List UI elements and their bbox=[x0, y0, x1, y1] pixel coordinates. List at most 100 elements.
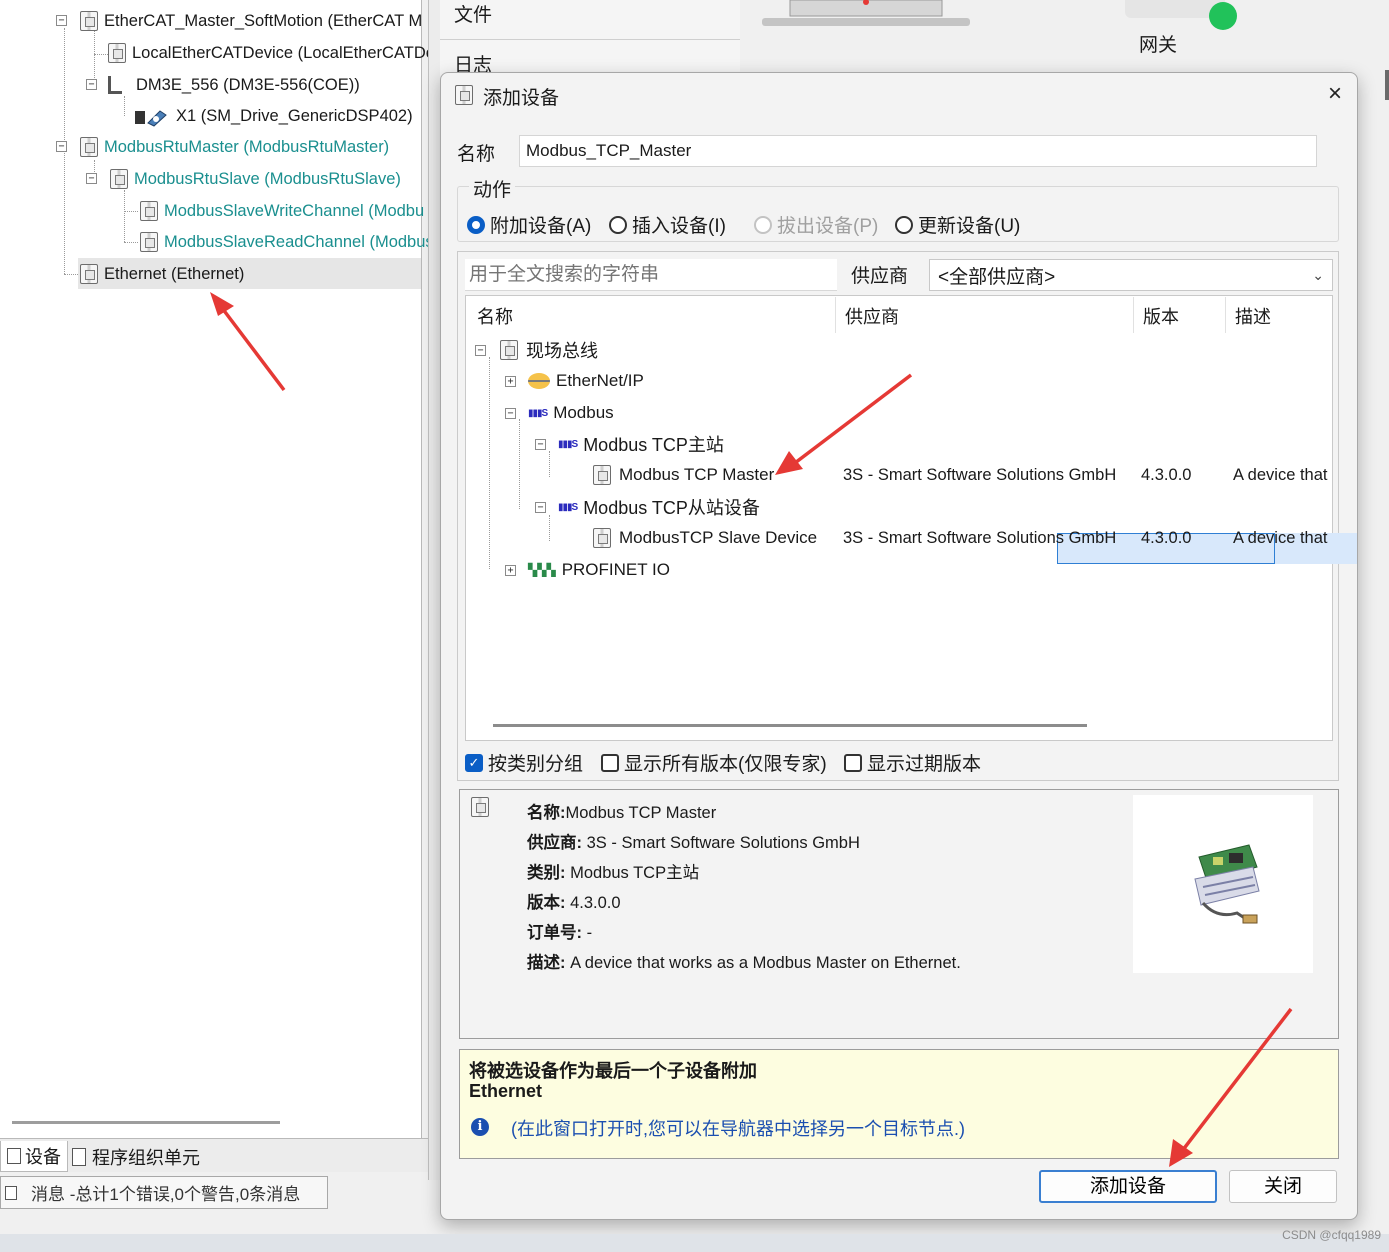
column-header-version[interactable]: 版本 bbox=[1143, 303, 1179, 329]
name-label: 名称 bbox=[457, 144, 496, 165]
checkbox-icon bbox=[844, 753, 862, 772]
tree-item-local-ethercat-device[interactable]: LocalEtherCATDevice (LocalEtherCATDe bbox=[108, 38, 435, 68]
column-header-name[interactable]: 名称 bbox=[477, 303, 513, 329]
tab-devices[interactable]: 设备 bbox=[0, 1141, 68, 1172]
tree-line bbox=[94, 54, 108, 55]
vendor-select[interactable]: <全部供应商> ⌄ bbox=[929, 259, 1333, 291]
collapse-icon[interactable]: − bbox=[86, 79, 97, 90]
device-icon bbox=[80, 11, 98, 31]
action-label: 动作 bbox=[469, 175, 516, 202]
radio-icon bbox=[754, 215, 772, 234]
tree-line bbox=[124, 190, 125, 242]
file-section[interactable]: 文件 bbox=[440, 0, 740, 40]
close-button[interactable]: 关闭 bbox=[1229, 1170, 1337, 1203]
expand-icon[interactable]: + bbox=[505, 564, 516, 576]
fulltext-search-input[interactable] bbox=[465, 259, 837, 291]
collapse-icon[interactable]: − bbox=[535, 501, 546, 513]
log-section[interactable]: 日志 bbox=[440, 40, 740, 76]
checkbox-checked-icon: ✓ bbox=[465, 753, 483, 772]
tree-line bbox=[489, 357, 490, 569]
radio-plug-device: 拔出设备(P) bbox=[754, 211, 878, 238]
device-icon bbox=[80, 137, 98, 157]
profinet-icon: ▚▚▚ bbox=[528, 563, 556, 577]
info-category: 类别: Modbus TCP主站 bbox=[527, 864, 700, 882]
catalog-row-modbus-tcp-master[interactable]: Modbus TCP Master bbox=[593, 460, 774, 490]
collapse-icon[interactable]: − bbox=[56, 141, 67, 152]
tree-line bbox=[519, 419, 520, 509]
device-icon bbox=[80, 264, 98, 284]
checkbox-icon bbox=[601, 753, 619, 772]
radio-icon bbox=[609, 215, 627, 234]
column-header-description[interactable]: 描述 bbox=[1235, 303, 1271, 329]
add-device-button[interactable]: 添加设备 bbox=[1039, 1170, 1217, 1203]
info-version: 版本: 4.3.0.0 bbox=[527, 894, 621, 912]
tree-line bbox=[64, 274, 78, 275]
tree-item-modbus-rtu-master[interactable]: − ModbusRtuMaster (ModbusRtuMaster) bbox=[56, 132, 389, 162]
collapse-icon[interactable]: − bbox=[56, 15, 67, 26]
hint-title: 将被选设备作为最后一个子设备附加 bbox=[469, 1061, 757, 1082]
checkbox-show-all-versions[interactable]: 显示所有版本(仅限专家) bbox=[601, 749, 827, 776]
collapse-icon[interactable]: − bbox=[505, 407, 516, 419]
expand-icon[interactable]: + bbox=[505, 375, 516, 387]
column-header-vendor[interactable]: 供应商 bbox=[845, 303, 899, 329]
pou-icon bbox=[72, 1147, 86, 1166]
radio-update-device[interactable]: 更新设备(U) bbox=[895, 211, 1020, 238]
hint-target-node: Ethernet bbox=[469, 1081, 543, 1101]
horizontal-scrollbar[interactable] bbox=[12, 1121, 280, 1124]
watermark: CSDN @cfqq1989 bbox=[1282, 1228, 1381, 1242]
annotation-arrow-ethernet bbox=[210, 292, 286, 392]
cell-version: 4.3.0.0 bbox=[1141, 529, 1192, 547]
catalog-item-fieldbus[interactable]: − 现场总线 bbox=[475, 335, 598, 365]
messages-icon bbox=[5, 1185, 17, 1200]
devices-icon bbox=[7, 1148, 21, 1164]
checkbox-show-outdated[interactable]: 显示过期版本 bbox=[844, 749, 981, 776]
device-tree-pane: − EtherCAT_Master_SoftMotion (EtherCAT M… bbox=[0, 0, 435, 1138]
device-icon bbox=[110, 169, 128, 189]
device-name-input[interactable] bbox=[519, 135, 1317, 167]
tree-item-dm3e-556[interactable]: − DM3E_556 (DM3E-556(COE)) bbox=[86, 70, 360, 100]
info-vendor: 供应商: 3S - Smart Software Solutions GmbH bbox=[527, 834, 860, 852]
close-icon[interactable]: × bbox=[1321, 81, 1349, 109]
gateway-label: 网关 bbox=[1139, 35, 1178, 56]
radio-append-device[interactable]: 附加设备(A) bbox=[467, 211, 591, 238]
info-order-number: 订单号: - bbox=[527, 924, 593, 942]
radio-insert-device[interactable]: 插入设备(I) bbox=[609, 211, 726, 238]
add-device-dialog: 添加设备 × 名称 动作 附加设备(A) 插入设备(I) 拔出设备(P) 更新设… bbox=[440, 72, 1358, 1220]
catalog-item-profinet[interactable]: + ▚▚▚ PROFINET IO bbox=[505, 555, 670, 585]
tree-item-modbus-slave-read-channel[interactable]: ModbusSlaveReadChannel (Modbus bbox=[140, 227, 434, 257]
tree-item-x1-axis[interactable]: X1 (SM_Drive_GenericDSP402) bbox=[134, 101, 413, 131]
tree-item-modbus-rtu-slave[interactable]: − ModbusRtuSlave (ModbusRtuSlave) bbox=[86, 164, 401, 194]
tree-item-modbus-slave-write-channel[interactable]: ModbusSlaveWriteChannel (Modbu bbox=[140, 196, 424, 226]
catalog-item-modbus-tcp-master-group[interactable]: − ▮▮▮S Modbus TCP主站 bbox=[535, 429, 724, 459]
info-description: 描述: A device that works as a Modbus Mast… bbox=[527, 954, 961, 972]
column-separator bbox=[1133, 297, 1134, 333]
table-horizontal-scrollbar[interactable] bbox=[493, 724, 1087, 727]
right-edge-scroll bbox=[1385, 70, 1389, 100]
catalog-item-modbus[interactable]: − ▮▮▮S Modbus bbox=[505, 398, 614, 428]
hint-note: (在此窗口打开时,您可以在导航器中选择另一个目标节点.) bbox=[511, 1119, 965, 1139]
device-icon bbox=[140, 201, 158, 221]
status-bar bbox=[0, 1234, 1389, 1252]
tree-item-ethernet[interactable]: Ethernet (Ethernet) bbox=[80, 259, 244, 289]
drive-icon bbox=[108, 76, 122, 94]
catalog-row-modbus-tcp-slave[interactable]: ModbusTCP Slave Device bbox=[593, 523, 817, 553]
collapse-icon[interactable]: − bbox=[475, 344, 486, 356]
radio-checked-icon bbox=[467, 215, 485, 234]
device-icon bbox=[593, 465, 611, 485]
ethernetip-icon bbox=[528, 373, 550, 389]
tree-item-ethercat-master[interactable]: − EtherCAT_Master_SoftMotion (EtherCAT M bbox=[56, 6, 422, 36]
dialog-device-icon bbox=[455, 85, 473, 105]
device-image bbox=[1133, 795, 1313, 973]
chevron-down-icon: ⌄ bbox=[1312, 266, 1324, 283]
cell-description: A device that bbox=[1233, 529, 1328, 547]
messages-tab[interactable]: 消息 -总计1个错误,0个警告,0条消息 bbox=[0, 1176, 328, 1209]
collapse-icon[interactable]: − bbox=[535, 438, 546, 450]
column-separator bbox=[1225, 297, 1226, 333]
modbus-icon: ▮▮▮S bbox=[558, 501, 578, 513]
tab-pou[interactable]: 程序组织单元 bbox=[66, 1141, 206, 1172]
checkbox-group-by-category[interactable]: ✓ 按类别分组 bbox=[465, 749, 583, 776]
tree-line bbox=[64, 150, 65, 274]
collapse-icon[interactable]: − bbox=[86, 173, 97, 184]
catalog-item-modbus-tcp-slave-group[interactable]: − ▮▮▮S Modbus TCP从站设备 bbox=[535, 492, 760, 522]
catalog-item-ethernetip[interactable]: + EtherNet/IP bbox=[505, 366, 644, 396]
